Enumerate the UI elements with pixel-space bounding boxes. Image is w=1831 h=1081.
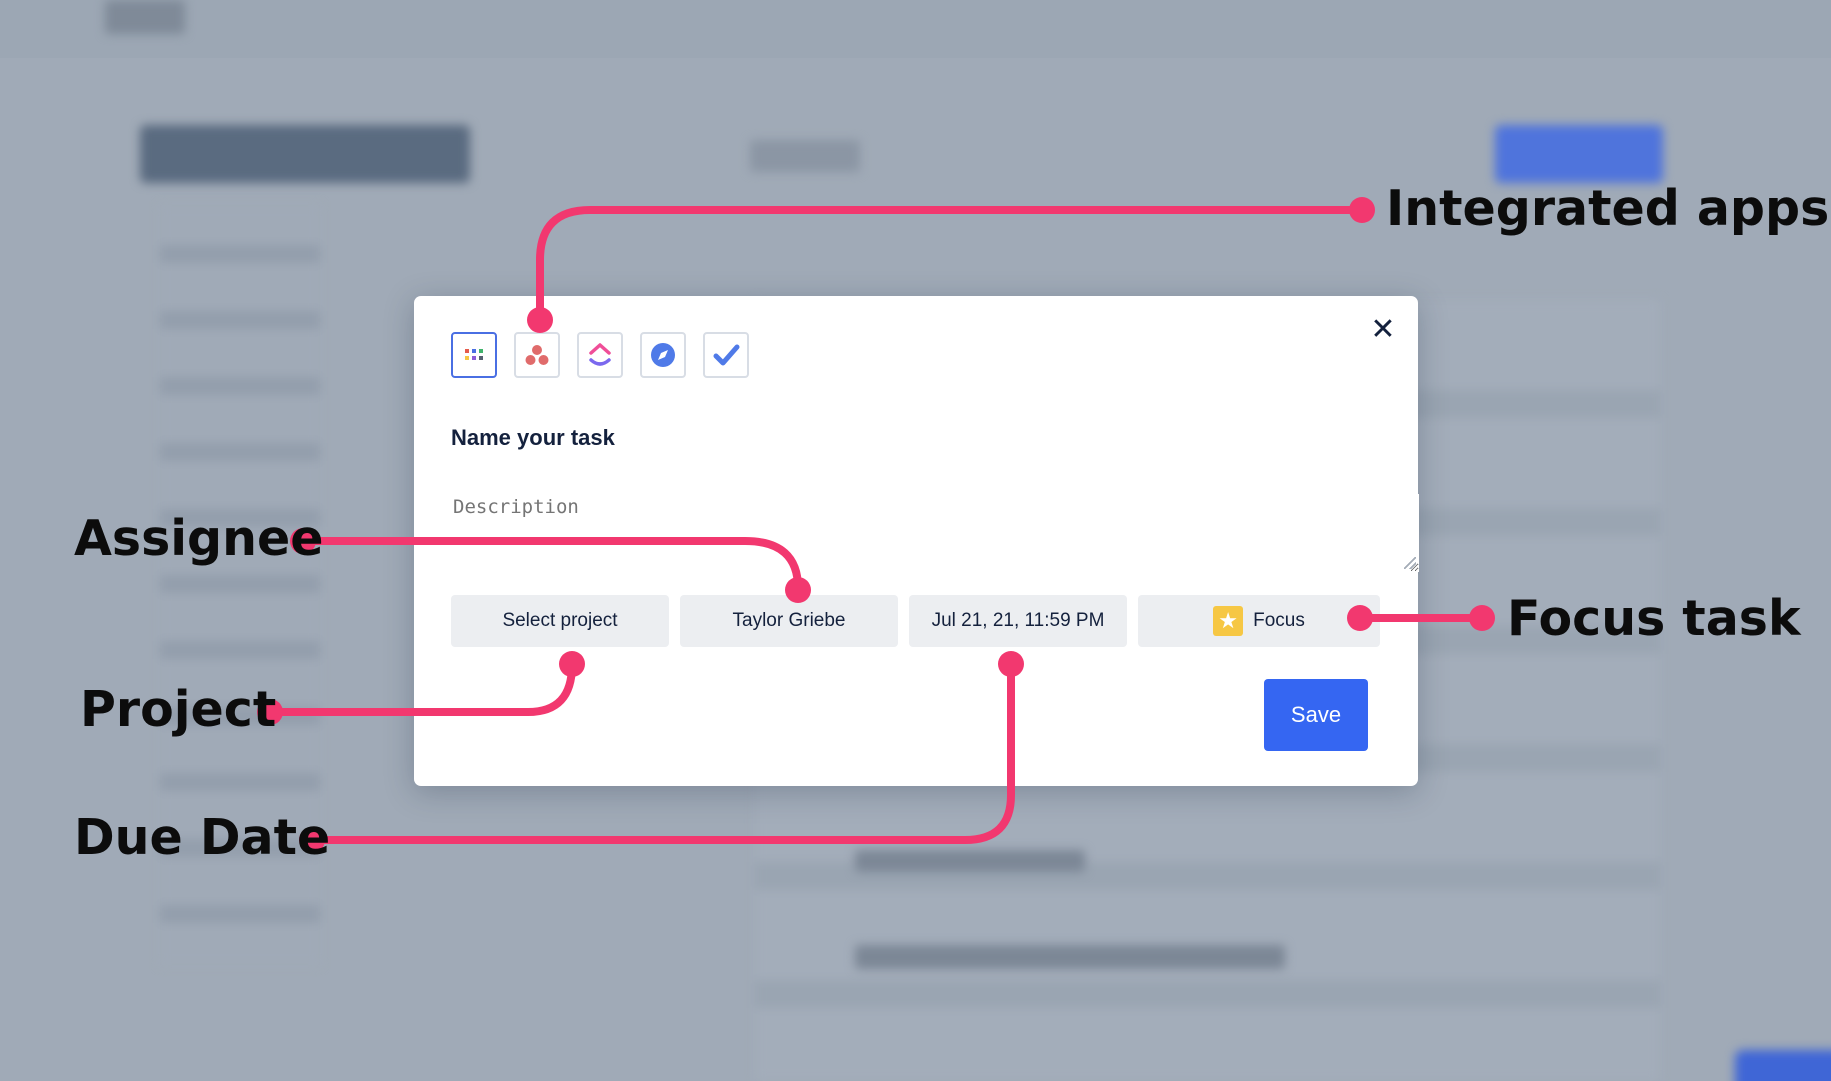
background-task-text: [855, 945, 1285, 969]
background-task-text-2: [855, 850, 1085, 872]
save-button[interactable]: Save: [1264, 679, 1368, 751]
annotation-project: Project: [80, 681, 277, 738]
annotation-integrated-apps: Integrated apps: [1386, 180, 1830, 237]
due-date-label: Jul 21, 21, 11:59 PM: [931, 610, 1105, 631]
background-topbar: [0, 0, 1831, 58]
select-project-label: Select project: [502, 610, 618, 631]
annotation-focus-task: Focus task: [1507, 590, 1801, 647]
assignee-label: Taylor Griebe: [732, 610, 846, 631]
clickup-icon[interactable]: [577, 332, 623, 378]
close-icon[interactable]: ✕: [1365, 312, 1401, 348]
description-field[interactable]: [451, 494, 1419, 572]
focus-label: Focus: [1253, 610, 1305, 631]
compass-icon[interactable]: [640, 332, 686, 378]
background-logo: [105, 0, 185, 34]
task-name-input[interactable]: [451, 425, 1151, 451]
background-chat-button: [1735, 1050, 1831, 1081]
annotation-due-date: Due Date: [74, 809, 331, 866]
due-date-button[interactable]: Jul 21, 21, 11:59 PM: [909, 595, 1127, 647]
background-page-heading: [750, 140, 860, 172]
select-project-button[interactable]: Select project: [451, 595, 669, 647]
background-new-task-button: [1495, 125, 1663, 183]
annotation-assignee: Assignee: [74, 510, 324, 567]
resize-handle[interactable]: [1404, 557, 1416, 569]
asana-icon[interactable]: [514, 332, 560, 378]
star-icon: ★: [1213, 606, 1244, 636]
checkmark-app-icon[interactable]: [703, 332, 749, 378]
grid-app-icon[interactable]: [451, 332, 497, 378]
assignee-button[interactable]: Taylor Griebe: [680, 595, 898, 647]
background-sidebar-button: [140, 125, 470, 183]
focus-toggle[interactable]: ★ Focus: [1138, 595, 1380, 647]
